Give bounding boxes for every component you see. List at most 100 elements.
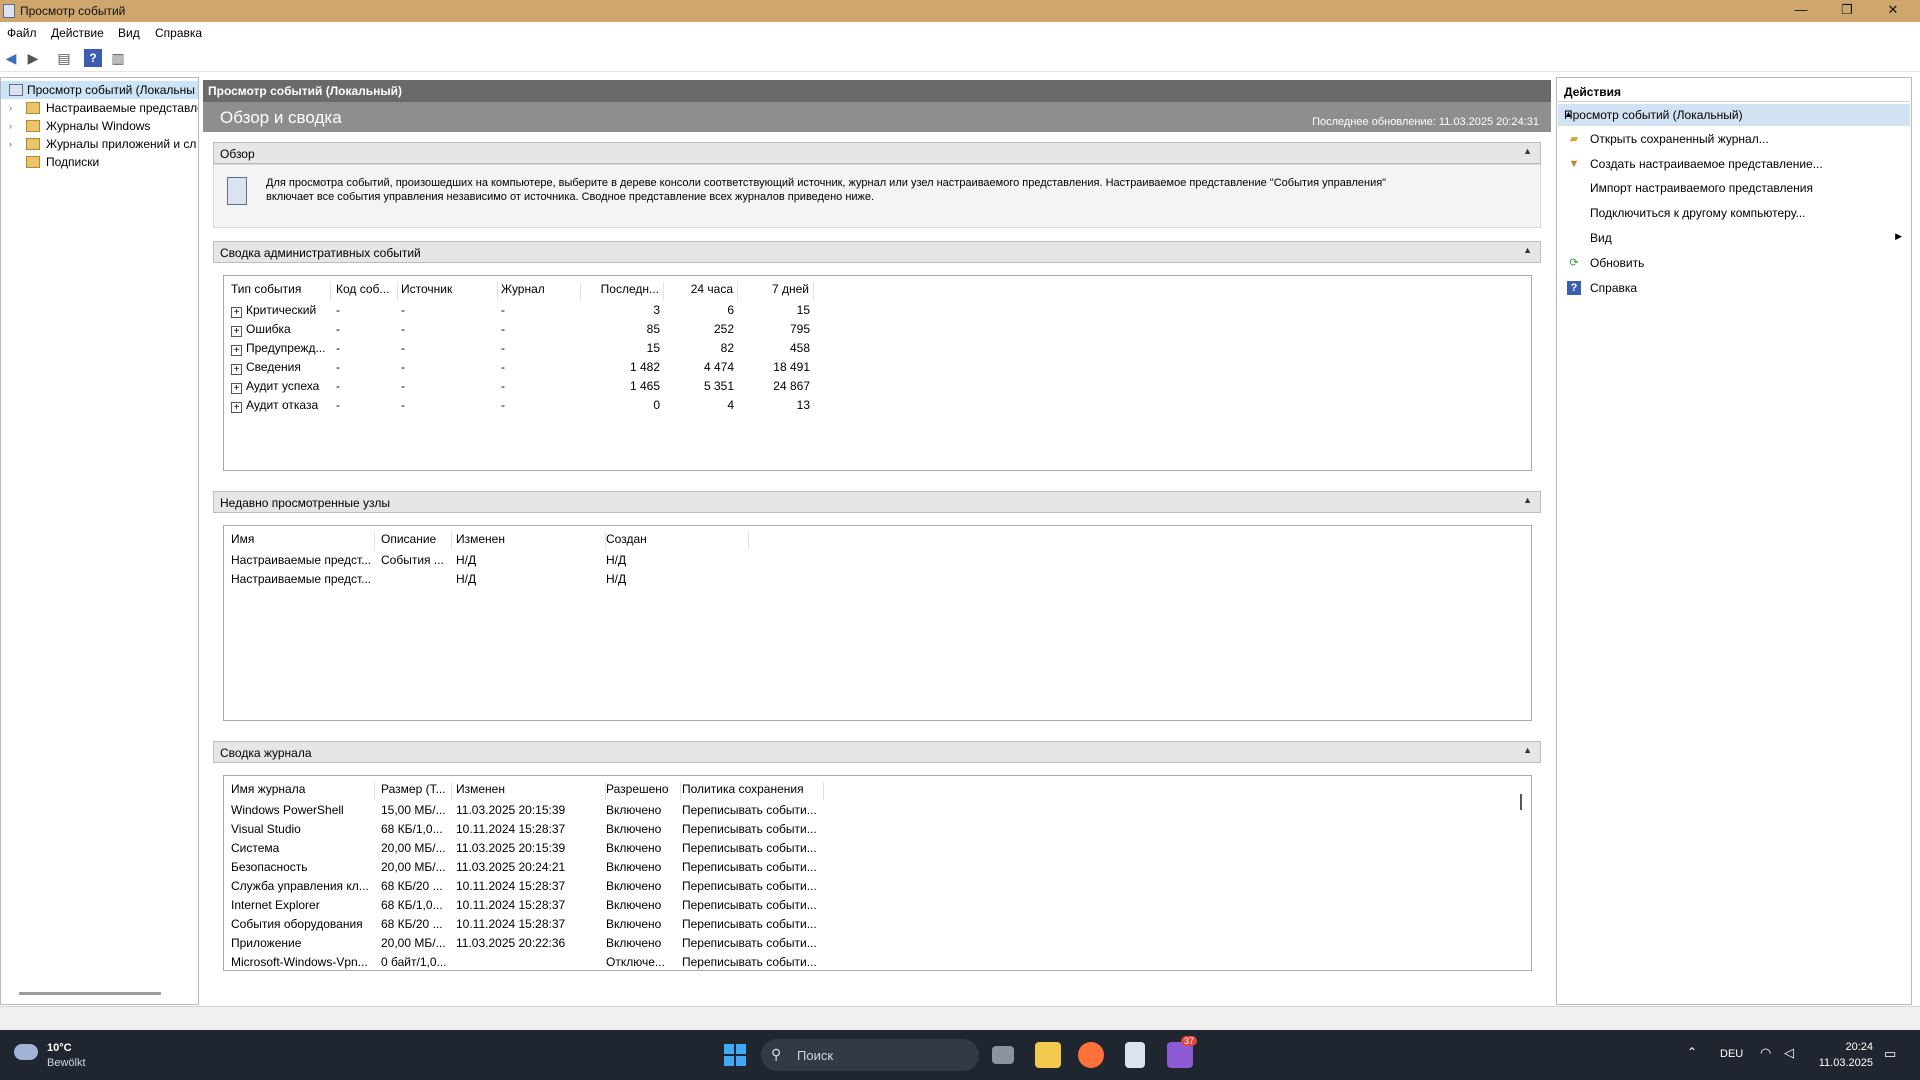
table-cell[interactable]: - (336, 303, 398, 317)
event-type-cell[interactable]: + Ошибка (231, 322, 331, 337)
collapse-icon[interactable]: ▲ (1564, 109, 1902, 119)
help-icon[interactable]: ? (84, 49, 102, 67)
table-cell[interactable]: 20,00 МБ/... (381, 841, 453, 855)
horizontal-scrollbar[interactable] (19, 992, 161, 995)
weather-desc[interactable]: Bewölkt (47, 1057, 86, 1069)
tree-item-windows-logs[interactable]: › Журналы Windows (1, 117, 198, 135)
log-summary-section-header[interactable]: Сводка журнала ▲ (213, 741, 1541, 763)
tree-item-event-viewer-local[interactable]: Просмотр событий (Локальны (1, 81, 198, 99)
table-cell[interactable]: 24 867 (739, 379, 814, 393)
table-cell[interactable]: 11.03.2025 20:22:36 (456, 936, 604, 950)
expand-plus-icon[interactable]: + (231, 383, 242, 394)
overview-section-header[interactable]: Обзор ▲ (213, 142, 1541, 164)
table-cell[interactable]: 15,00 МБ/... (381, 803, 453, 817)
event-type-cell[interactable]: + Аудит успеха (231, 379, 331, 394)
vertical-scrollbar[interactable] (1520, 794, 1522, 810)
table-cell[interactable]: Н/Д (456, 553, 596, 567)
show-hide-console-tree-icon[interactable]: ▤ (55, 49, 73, 67)
column-header[interactable]: Последн... (582, 282, 664, 300)
cloud-icon[interactable] (14, 1044, 38, 1060)
admin-summary-section-header[interactable]: Сводка административных событий ▲ (213, 241, 1541, 263)
table-cell[interactable]: Настраиваемые предст... (231, 572, 377, 586)
table-cell[interactable]: - (401, 398, 498, 412)
table-cell[interactable]: Переписывать событи... (682, 879, 822, 893)
event-type-cell[interactable]: + Предупрежд... (231, 341, 331, 356)
table-cell[interactable]: 6 (665, 303, 738, 317)
table-cell[interactable]: Приложение (231, 936, 377, 950)
column-header[interactable]: Политика сохранения (682, 782, 824, 800)
action-connect-computer[interactable]: Подключиться к другому компьютеру... (1558, 202, 1910, 224)
table-cell[interactable]: - (401, 360, 498, 374)
event-type-cell[interactable]: + Сведения (231, 360, 331, 375)
close-button[interactable]: ✕ (1870, 0, 1916, 22)
table-cell[interactable]: 11.03.2025 20:15:39 (456, 841, 604, 855)
table-cell[interactable]: - (336, 322, 398, 336)
table-cell[interactable]: - (336, 341, 398, 355)
expand-arrow-icon[interactable]: › (9, 117, 12, 135)
menu-help[interactable]: Справка (155, 26, 202, 40)
table-cell[interactable]: Н/Д (606, 572, 746, 586)
column-header[interactable]: Размер (Т... (381, 782, 452, 800)
table-cell[interactable]: 20,00 МБ/... (381, 860, 453, 874)
table-cell[interactable]: 10.11.2024 15:28:37 (456, 822, 604, 836)
notifications-icon[interactable]: ▭ (1884, 1046, 1896, 1062)
table-cell[interactable]: - (401, 322, 498, 336)
table-cell[interactable]: - (501, 360, 581, 374)
table-cell[interactable]: 5 351 (665, 379, 738, 393)
table-cell[interactable]: События ... (381, 553, 451, 567)
table-cell[interactable]: Переписывать событи... (682, 841, 822, 855)
table-cell[interactable]: Переписывать событи... (682, 803, 822, 817)
language-indicator[interactable]: DEU (1720, 1048, 1743, 1060)
table-cell[interactable]: Windows PowerShell (231, 803, 377, 817)
table-cell[interactable]: - (501, 398, 581, 412)
column-header[interactable]: Разрешено (606, 782, 681, 800)
table-cell[interactable]: Н/Д (456, 572, 596, 586)
expand-plus-icon[interactable]: + (231, 326, 242, 337)
restore-button[interactable]: ❐ (1824, 0, 1870, 22)
action-open-saved-log[interactable]: ▰ Открыть сохраненный журнал... (1558, 128, 1910, 150)
table-cell[interactable]: 795 (739, 322, 814, 336)
menu-view[interactable]: Вид (118, 26, 140, 40)
expand-arrow-icon[interactable]: › (9, 135, 12, 153)
table-cell[interactable]: 68 КБ/20 ... (381, 917, 453, 931)
table-cell[interactable]: Включено (606, 879, 680, 893)
table-cell[interactable]: - (401, 341, 498, 355)
table-cell[interactable]: Система (231, 841, 377, 855)
menu-action[interactable]: Действие (51, 26, 104, 40)
column-header[interactable]: 24 часа (665, 282, 738, 300)
visual-studio-icon[interactable]: 37 (1167, 1036, 1198, 1068)
table-cell[interactable]: - (501, 341, 581, 355)
column-header[interactable]: Создан (606, 532, 749, 550)
task-view-icon[interactable] (992, 1046, 1014, 1064)
table-cell[interactable]: - (501, 379, 581, 393)
clock-time[interactable]: 20:24 (1817, 1041, 1873, 1053)
recent-nodes-section-header[interactable]: Недавно просмотренные узлы ▲ (213, 491, 1541, 513)
expand-plus-icon[interactable]: + (231, 307, 242, 318)
table-cell[interactable]: 3 (582, 303, 664, 317)
tree-item-custom-views[interactable]: › Настраиваемые представле (1, 99, 198, 117)
action-help[interactable]: ? Справка (1558, 277, 1910, 299)
table-cell[interactable]: Переписывать событи... (682, 955, 822, 969)
table-cell[interactable]: - (336, 379, 398, 393)
column-header[interactable]: Имя журнала (231, 782, 375, 800)
table-cell[interactable]: 252 (665, 322, 738, 336)
table-cell[interactable]: Включено (606, 803, 680, 817)
table-cell[interactable]: - (336, 360, 398, 374)
table-cell[interactable]: 458 (739, 341, 814, 355)
start-button[interactable] (722, 1042, 748, 1068)
table-cell[interactable]: Переписывать событи... (682, 822, 822, 836)
table-cell[interactable]: 20,00 МБ/... (381, 936, 453, 950)
column-header[interactable]: Журнал (501, 282, 581, 300)
volume-icon[interactable]: ◁ (1784, 1045, 1794, 1061)
event-type-cell[interactable]: + Аудит отказа (231, 398, 331, 413)
actions-section-header[interactable]: Просмотр событий (Локальный) ▲ (1558, 104, 1910, 126)
table-cell[interactable]: 10.11.2024 15:28:37 (456, 879, 604, 893)
table-cell[interactable]: 13 (739, 398, 814, 412)
table-cell[interactable]: Включено (606, 860, 680, 874)
expand-plus-icon[interactable]: + (231, 345, 242, 356)
wifi-icon[interactable]: ◠ (1760, 1045, 1771, 1061)
table-cell[interactable]: Н/Д (606, 553, 746, 567)
file-explorer-icon[interactable] (1035, 1042, 1061, 1068)
table-cell[interactable]: 0 (582, 398, 664, 412)
table-cell[interactable]: 4 (665, 398, 738, 412)
